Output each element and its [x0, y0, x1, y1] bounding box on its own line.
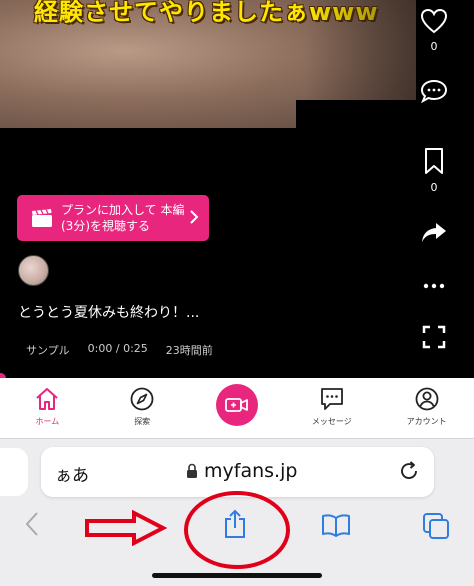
annotation-circle: [184, 491, 290, 569]
tab-explore[interactable]: 探索: [102, 386, 182, 427]
bookmark-button[interactable]: 0: [414, 147, 454, 194]
creator-avatar[interactable]: [18, 255, 49, 286]
fullscreen-button[interactable]: [414, 324, 454, 354]
video-caption: 経験させてやりましたぁwww: [34, 0, 379, 26]
comment-button[interactable]: [414, 78, 454, 108]
tab-post-video[interactable]: [197, 384, 277, 426]
fullscreen-icon: [422, 325, 446, 349]
posted-time: 23時間前: [165, 344, 213, 357]
reader-settings-button[interactable]: ぁあ: [55, 461, 89, 486]
video-camera-icon: [225, 398, 248, 412]
tab-messages[interactable]: メッセージ: [292, 386, 372, 427]
join-plan-button[interactable]: プランに加入して 本編(3分)を視聴する: [17, 195, 209, 241]
playback-time: 0:00 / 0:25: [87, 342, 148, 355]
message-icon: [320, 388, 343, 410]
chevron-left-icon: [25, 512, 38, 536]
url-text: myfans.jp: [204, 460, 298, 482]
tabs-icon: [423, 513, 449, 539]
more-button[interactable]: [414, 276, 454, 300]
share-button[interactable]: [414, 220, 454, 248]
lock-icon: [187, 463, 197, 478]
tab-account-label: アカウント: [406, 417, 447, 426]
bookmarks-button[interactable]: [321, 513, 351, 541]
home-indicator: [152, 573, 322, 578]
sample-label: サンプル: [26, 344, 70, 357]
video-player[interactable]: 経験させてやりましたぁwww 0 0 プランに加入して 本編(3分)を視聴する …: [0, 0, 474, 384]
post-text: とうとう夏休みも終わり！...: [18, 305, 200, 321]
home-icon: [36, 388, 59, 410]
tab-messages-label: メッセージ: [311, 417, 352, 426]
heart-icon: [420, 8, 448, 34]
previous-tab-preview[interactable]: [0, 448, 28, 496]
share-arrow-icon: [422, 223, 446, 242]
tab-home-label: ホーム: [35, 417, 60, 426]
clapperboard-icon: [32, 209, 52, 227]
post-meta: サンプル 0:00 / 0:25 23時間前: [26, 342, 213, 358]
join-plan-label: プランに加入して 本編(3分)を視聴する: [61, 203, 185, 233]
like-count: 0: [430, 40, 438, 53]
chevron-right-icon: [190, 210, 199, 224]
account-icon: [415, 387, 438, 411]
post-video-button[interactable]: [215, 384, 258, 426]
reload-icon[interactable]: [398, 460, 420, 482]
compass-icon: [130, 387, 154, 411]
bottom-tab-bar: ホーム 探索 メッセージ アカウント: [0, 378, 474, 438]
more-dots-icon: [423, 283, 445, 289]
tab-account[interactable]: アカウント: [387, 386, 467, 427]
url-display[interactable]: myfans.jp: [186, 460, 297, 482]
bookmark-icon: [425, 148, 443, 174]
tabs-button[interactable]: [422, 512, 450, 544]
tab-explore-label: 探索: [134, 417, 151, 426]
tab-home[interactable]: ホーム: [7, 386, 87, 427]
comment-icon: [420, 79, 448, 104]
back-button[interactable]: [24, 511, 40, 541]
bookmark-count: 0: [430, 181, 438, 194]
like-button[interactable]: 0: [414, 8, 454, 53]
annotation-arrow-icon: [85, 510, 168, 546]
book-icon: [322, 514, 350, 537]
